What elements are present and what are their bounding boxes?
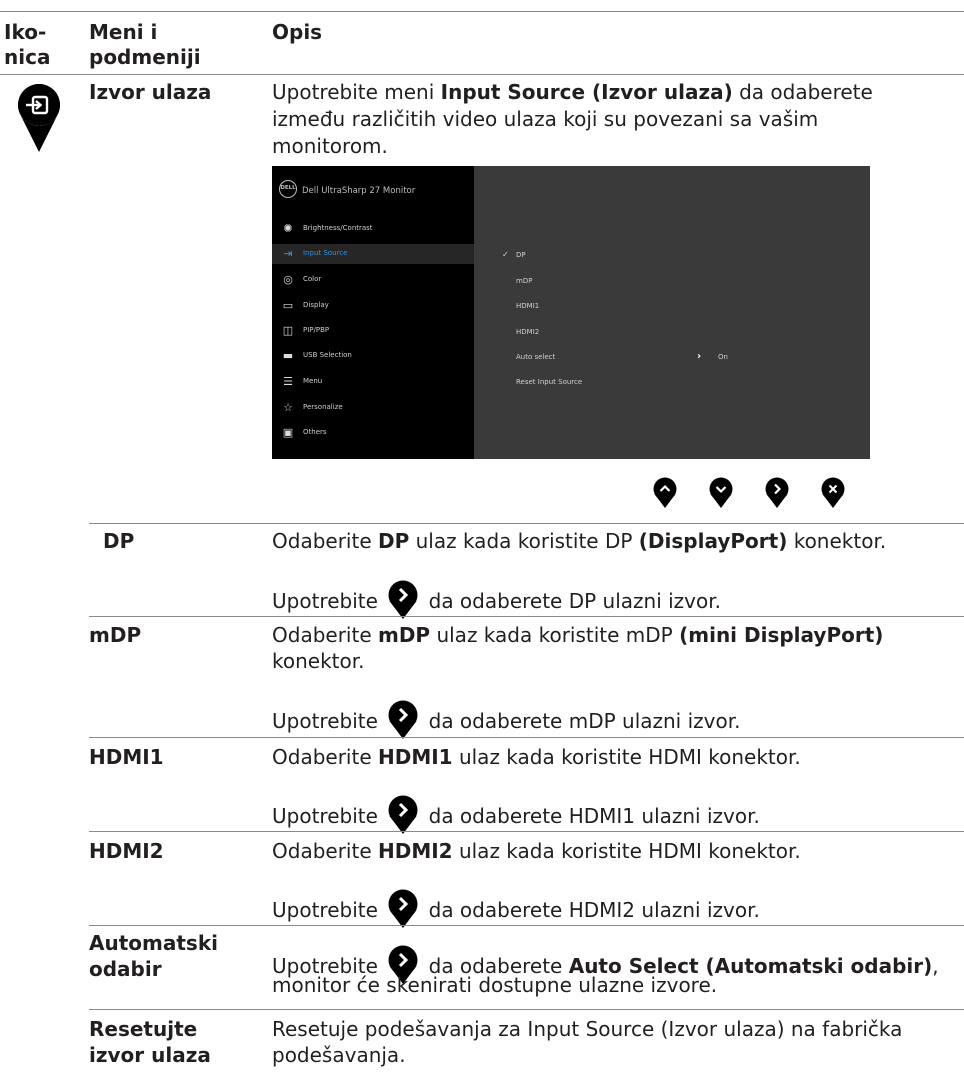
display-icon: ▭ — [282, 299, 294, 312]
osd-title: Dell UltraSharp 27 Monitor — [302, 186, 416, 196]
check-icon: ✓ — [502, 250, 509, 259]
osd-option-auto-select[interactable]: Auto select — [516, 353, 555, 361]
row-desc-hdmi1-line1: Odaberite HDMI1 ulaz kada koristite HDMI… — [272, 745, 801, 769]
header-icon-col-line2: nica — [4, 45, 51, 69]
star-icon: ☆ — [283, 401, 293, 414]
right-icon[interactable] — [764, 477, 790, 509]
top-rule — [0, 11, 964, 12]
osd-item-display[interactable]: ▭ Display — [272, 296, 474, 316]
row-desc-hdmi1-line2: Upotrebite da odaberete HDMI1 ulazni izv… — [272, 795, 760, 835]
row-name-reset-line1: Resetujte — [89, 1017, 198, 1041]
row-rule-mdp — [89, 616, 964, 617]
row-desc-reset-line1: Resetuje podešavanja za Input Source (Iz… — [272, 1017, 903, 1041]
row-desc-hdmi2-line2: Upotrebite da odaberete HDMI2 ulazni izv… — [272, 889, 760, 929]
osd-option-mdp[interactable]: mDP — [516, 277, 532, 285]
right-icon — [388, 889, 418, 928]
row-rule-reset — [89, 1009, 964, 1010]
row-name-auto-line1: Automatski — [89, 931, 218, 955]
others-icon: ▣ — [282, 426, 294, 439]
input-source-icon — [17, 84, 60, 152]
osd-item-usb[interactable]: ▬ USB Selection — [272, 346, 474, 366]
brightness-icon: ✺ — [283, 222, 293, 235]
usb-icon: ▬ — [282, 349, 294, 362]
dell-logo: DELL — [279, 180, 297, 198]
header-desc-col: Opis — [272, 20, 323, 44]
pip-icon: ◫ — [282, 324, 294, 337]
osd-option-dp[interactable]: DP — [516, 251, 526, 259]
row-name-auto-line2: odabir — [89, 957, 162, 981]
row-rule-auto — [89, 925, 964, 926]
header-menu-col-line2: podmeniji — [89, 45, 201, 69]
osd-menu-panel: DELL Dell UltraSharp 27 Monitor ✺ Bright… — [272, 166, 474, 459]
row-desc-mdp-line1b: konektor. — [272, 649, 365, 673]
input-source-icon: ⇥ — [283, 247, 293, 260]
row-desc-auto-line2: monitor će skenirati dostupne ulazne izv… — [272, 973, 718, 997]
right-icon — [388, 580, 418, 619]
row-desc-mdp-line1: Odaberite mDP ulaz kada koristite mDP (m… — [272, 623, 884, 647]
header-menu-col-line1: Meni i — [89, 20, 158, 44]
osd-option-hdmi1[interactable]: HDMI1 — [516, 302, 539, 310]
row-desc-mdp-line2: Upotrebite da odaberete mDP ulazni izvor… — [272, 700, 740, 740]
header-bottom-rule — [0, 74, 964, 75]
osd-item-brightness[interactable]: ✺ Brightness/Contrast — [272, 219, 474, 239]
input-source-desc-line3: monitorom. — [272, 134, 388, 158]
row-name-reset-line2: izvor ulaza — [89, 1043, 211, 1067]
row-desc-dp-line1: Odaberite DP ulaz kada koristite DP (Dis… — [272, 529, 887, 553]
row-rule-dp — [89, 523, 964, 524]
auto-select-value: On — [718, 353, 728, 361]
row-desc-dp-line2: Upotrebite da odaberete DP ulazni izvor. — [272, 580, 721, 620]
osd-item-color[interactable]: ◎ Color — [272, 270, 474, 290]
right-icon — [388, 795, 418, 834]
chevron-right-icon: › — [697, 351, 702, 362]
color-icon: ◎ — [283, 273, 293, 286]
osd-item-pip[interactable]: ◫ PIP/PBP — [272, 321, 474, 341]
osd-item-input-source[interactable]: ⇥ Input Source — [272, 244, 474, 264]
row-desc-reset-line2: podešavanja. — [272, 1043, 406, 1067]
osd-screenshot: DELL Dell UltraSharp 27 Monitor ✺ Bright… — [272, 166, 870, 459]
down-icon[interactable] — [708, 477, 734, 509]
header-icon-col-line1: Iko- — [4, 20, 47, 44]
right-icon — [388, 700, 418, 739]
row-rule-hdmi2 — [89, 831, 964, 832]
osd-item-personalize[interactable]: ☆ Personalize — [272, 398, 474, 418]
row-name-mdp: mDP — [89, 623, 142, 647]
row-desc-hdmi2-line1: Odaberite HDMI2 ulaz kada koristite HDMI… — [272, 839, 801, 863]
osd-item-menu[interactable]: ☰ Menu — [272, 372, 474, 392]
osd-option-hdmi2[interactable]: HDMI2 — [516, 328, 539, 336]
input-source-desc-line1: Upotrebite meni Input Source (Izvor ulaz… — [272, 80, 873, 104]
input-source-desc-line2: između različitih video ulaza koji su po… — [272, 107, 819, 131]
menu-icon: ☰ — [283, 375, 293, 388]
row-rule-hdmi1 — [89, 737, 964, 738]
up-icon[interactable] — [652, 477, 678, 509]
osd-item-others[interactable]: ▣ Others — [272, 423, 474, 443]
input-source-title: Izvor ulaza — [89, 80, 212, 104]
row-name-dp: DP — [103, 529, 135, 553]
row-name-hdmi1: HDMI1 — [89, 745, 164, 769]
row-name-hdmi2: HDMI2 — [89, 839, 164, 863]
close-icon[interactable] — [820, 477, 846, 509]
osd-option-reset[interactable]: Reset Input Source — [516, 378, 582, 386]
